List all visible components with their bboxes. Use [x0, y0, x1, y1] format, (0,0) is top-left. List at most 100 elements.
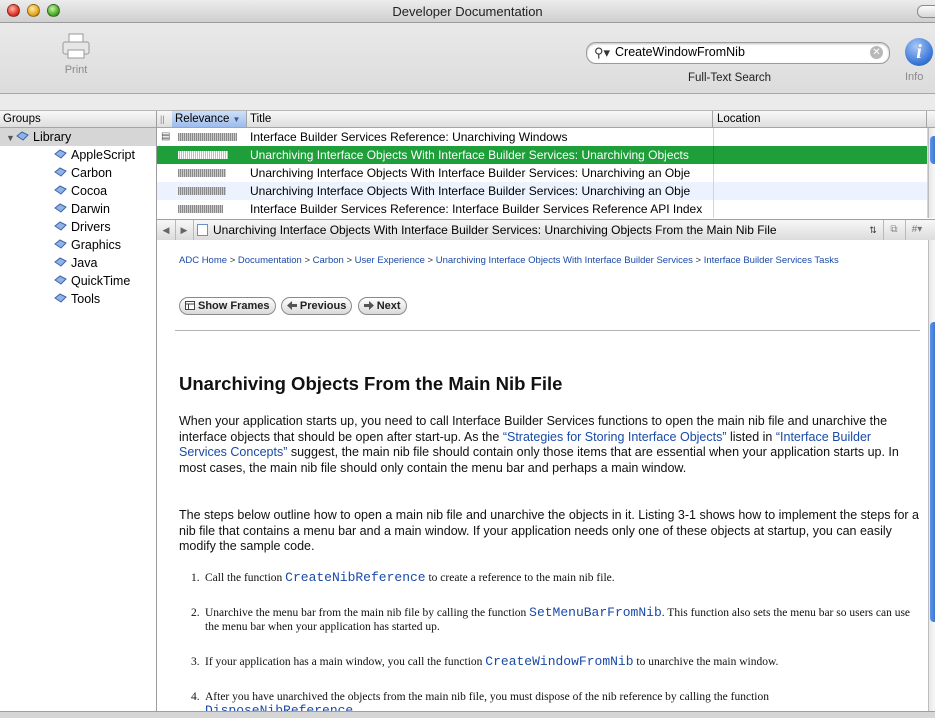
column-divider: [713, 164, 714, 182]
group-item[interactable]: Java: [0, 254, 156, 272]
group-item[interactable]: AppleScript: [0, 146, 156, 164]
next-button[interactable]: Next: [357, 297, 407, 315]
function-link[interactable]: CreateNibReference: [285, 570, 425, 585]
step-number: 2.: [191, 607, 200, 619]
document-content: ADC Home > Documentation > Carbon > User…: [157, 240, 928, 712]
book-icon: [54, 293, 67, 303]
breadcrumb-link[interactable]: Carbon: [313, 255, 344, 266]
function-link[interactable]: CreateWindowFromNib: [485, 654, 633, 669]
show-frames-button[interactable]: Show Frames: [179, 297, 276, 315]
show-frames-label: Show Frames: [198, 300, 270, 312]
result-title: Unarchiving Interface Objects With Inter…: [250, 166, 691, 180]
search-input[interactable]: [615, 44, 855, 60]
result-row[interactable]: Unarchiving Interface Objects With Inter…: [157, 182, 935, 200]
strategies-link[interactable]: “Strategies for Storing Interface Object…: [503, 430, 727, 444]
breadcrumb-link[interactable]: ADC Home: [179, 255, 227, 266]
step-number: 4.: [191, 691, 200, 703]
breadcrumb: ADC Home > Documentation > Carbon > User…: [179, 255, 914, 267]
print-label: Print: [64, 64, 88, 76]
steps-list: 1. Call the function CreateNibReference t…: [179, 568, 919, 713]
previous-button[interactable]: Previous: [280, 297, 353, 315]
group-item-label: QuickTime: [71, 274, 131, 288]
step-text: Call the function: [205, 572, 286, 584]
result-title: Interface Builder Services Reference: In…: [250, 202, 703, 216]
search-icon[interactable]: ⚲▾: [594, 45, 610, 61]
column-header-title[interactable]: Title: [247, 111, 713, 127]
breadcrumb-link[interactable]: User Experience: [355, 255, 425, 266]
result-row[interactable]: Unarchiving Interface Objects With Inter…: [157, 146, 935, 164]
panel-strip: [0, 94, 935, 111]
function-link[interactable]: SetMenuBarFromNib: [529, 605, 662, 620]
breadcrumb-link[interactable]: Documentation: [238, 255, 302, 266]
group-item-label: Tools: [71, 292, 101, 306]
breadcrumb-separator: >: [346, 255, 353, 266]
steps-paragraph: The steps below outline how to open a ma…: [179, 508, 920, 553]
column-divider: [713, 200, 714, 218]
paragraph-text: suggest, the main nib file should contai…: [179, 445, 899, 475]
step-number: 3.: [191, 656, 200, 668]
group-item[interactable]: Graphics: [0, 236, 156, 254]
back-arrow-icon[interactable]: ◀: [157, 220, 176, 240]
step-text: to create a reference to the main nib fi…: [425, 572, 615, 584]
breadcrumb-link[interactable]: Interface Builder Services Tasks: [704, 255, 839, 266]
viewed-marker-icon: ▤: [161, 131, 171, 142]
group-library[interactable]: ▼ Library: [0, 128, 156, 146]
toolbar-toggle-button[interactable]: [917, 5, 935, 18]
sort-descending-icon: ▼: [232, 115, 241, 124]
results-scroll-thumb[interactable]: [930, 136, 935, 164]
group-item[interactable]: Drivers: [0, 218, 156, 236]
next-arrow-icon: [363, 301, 374, 310]
group-item-label: Java: [71, 256, 98, 270]
group-item-label: Darwin: [71, 202, 110, 216]
print-button[interactable]: Print: [50, 31, 102, 83]
relevance-bar: [178, 169, 226, 177]
disclosure-triangle-icon[interactable]: ▼: [6, 129, 16, 147]
book-icon: [54, 275, 67, 285]
group-item[interactable]: QuickTime: [0, 272, 156, 290]
results-scrollbar[interactable]: [928, 128, 935, 218]
result-row[interactable]: ▤ Interface Builder Services Reference: U…: [157, 128, 935, 146]
book-icon: [54, 167, 67, 177]
forward-arrow-icon[interactable]: ▶: [175, 220, 194, 240]
book-icon: [16, 131, 29, 141]
copy-icon[interactable]: ⧉: [883, 220, 906, 240]
result-title: Unarchiving Interface Objects With Inter…: [250, 184, 691, 198]
next-label: Next: [376, 300, 401, 312]
group-item[interactable]: Darwin: [0, 200, 156, 218]
group-item-label: Carbon: [71, 166, 112, 180]
page-menu-stepper-icon[interactable]: ⇅: [863, 220, 884, 240]
previous-arrow-icon: [286, 301, 297, 310]
paragraph-text: listed in: [726, 429, 776, 444]
page-buttons: Show Frames Previous Next: [179, 297, 409, 315]
groups-sidebar: Groups ▼ Library AppleScript Carbon Cocoa…: [0, 111, 157, 711]
content-scroll-thumb[interactable]: [930, 322, 935, 622]
content-scrollbar[interactable]: [928, 240, 935, 712]
previous-label: Previous: [299, 300, 347, 312]
info-label: Info: [905, 71, 924, 83]
printer-icon: [62, 33, 90, 59]
breadcrumb-link[interactable]: Unarchiving Interface Objects With Inter…: [436, 255, 693, 266]
result-title: Unarchiving Interface Objects With Inter…: [250, 148, 689, 162]
result-row[interactable]: Unarchiving Interface Objects With Inter…: [157, 164, 935, 182]
group-item[interactable]: Tools: [0, 290, 156, 308]
clear-search-icon[interactable]: ✕: [870, 46, 883, 59]
step-item: 1. Call the function CreateNibReference t…: [179, 571, 919, 585]
result-row[interactable]: Interface Builder Services Reference: In…: [157, 200, 935, 218]
group-item-label: Graphics: [71, 238, 122, 252]
step-item: 4. After you have unarchived the objects …: [179, 690, 919, 712]
column-header-relevance[interactable]: Relevance ▼: [172, 111, 247, 127]
book-icon: [54, 239, 67, 249]
step-text: If your application has a main window, y…: [205, 656, 486, 668]
group-item[interactable]: Cocoa: [0, 182, 156, 200]
book-icon: [54, 185, 67, 195]
column-grip-icon[interactable]: ||: [160, 111, 172, 127]
column-header-location[interactable]: Location: [713, 111, 927, 127]
info-button[interactable]: i Info: [905, 38, 935, 83]
anchor-menu-icon[interactable]: #▾: [905, 220, 929, 240]
result-title: Interface Builder Services Reference: Un…: [250, 130, 568, 144]
search-field[interactable]: ⚲▾ ✕: [586, 42, 890, 64]
title-bar: Developer Documentation: [0, 0, 935, 23]
group-item[interactable]: Carbon: [0, 164, 156, 182]
toolbar: Print ⚲▾ ✕ Full-Text Search i Info: [0, 23, 935, 94]
page-navigation-bar: ◀ ▶ Unarchiving Interface Objects With I…: [157, 219, 935, 241]
